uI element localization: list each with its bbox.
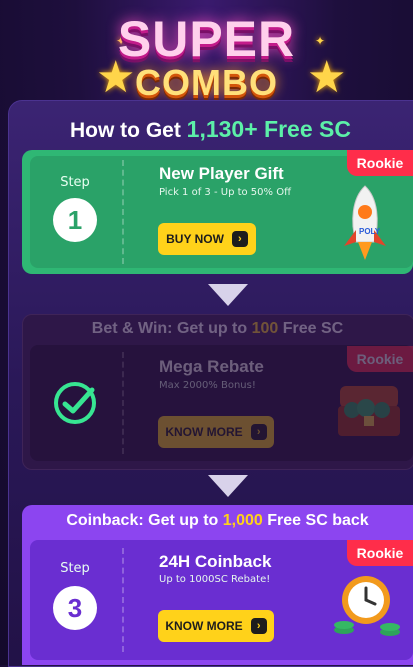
promo-title-amount: 1,130+ Free SC bbox=[186, 116, 351, 142]
logo-combo-text: COMBO bbox=[135, 62, 278, 103]
treasure-chest-icon bbox=[338, 386, 400, 436]
chevron-right-icon: › bbox=[231, 231, 248, 247]
chevron-down-icon bbox=[208, 284, 248, 306]
step3-label: Step bbox=[60, 561, 90, 576]
svg-text:POLY: POLY bbox=[359, 227, 381, 236]
step3-header-prefix: Coinback: Get up to bbox=[66, 512, 223, 529]
step1-subtitle: Pick 1 of 3 - Up to 50% Off bbox=[159, 187, 291, 198]
step1-label: Step bbox=[60, 175, 90, 190]
step3-divider bbox=[122, 548, 124, 652]
step2-header-prefix: Bet & Win: Get up to bbox=[91, 320, 252, 337]
step1-title: New Player Gift bbox=[159, 164, 284, 183]
step3-subtitle: Up to 1000SC Rebate! bbox=[159, 574, 271, 585]
buy-now-label: BUY NOW bbox=[166, 232, 224, 246]
step2-rookie-badge: Rookie bbox=[347, 346, 413, 372]
step3-rookie-badge: Rookie bbox=[347, 540, 413, 566]
promo-title-prefix: How to Get bbox=[70, 119, 187, 142]
step1-rookie-badge: Rookie bbox=[347, 150, 413, 176]
buy-now-button[interactable]: BUY NOW › bbox=[158, 223, 256, 255]
step3-title: 24H Coinback bbox=[159, 552, 272, 571]
step2-divider bbox=[122, 352, 124, 454]
step3-header-suffix: Free SC back bbox=[262, 512, 369, 529]
step3-number: 3 bbox=[53, 586, 97, 630]
chevron-right-icon: › bbox=[250, 618, 267, 634]
step3-header: Coinback: Get up to 1,000 Free SC back bbox=[22, 512, 413, 530]
rocket-icon: POLY bbox=[344, 185, 386, 260]
step2-title: Mega Rebate bbox=[159, 357, 264, 376]
step2-header-suffix: Free SC bbox=[278, 320, 344, 337]
step2-know-more-label: KNOW MORE bbox=[165, 425, 243, 439]
step1-divider bbox=[122, 160, 124, 264]
logo-super-text: SUPER bbox=[117, 11, 296, 67]
step2-header-amount: 100 bbox=[251, 320, 279, 337]
check-circle-icon bbox=[54, 382, 96, 424]
step2-know-more-button[interactable]: KNOW MORE › bbox=[158, 416, 274, 448]
clock-coins-icon bbox=[334, 576, 400, 636]
chevron-down-icon bbox=[208, 475, 248, 497]
chevron-right-icon: › bbox=[250, 424, 267, 440]
step1-number: 1 bbox=[53, 198, 97, 242]
step3-header-amount: 1,000 bbox=[222, 512, 263, 529]
step2-header: Bet & Win: Get up to 100 Free SC bbox=[22, 320, 413, 338]
step3-know-more-button[interactable]: KNOW MORE › bbox=[158, 610, 274, 642]
step2-subtitle: Max 2000% Bonus! bbox=[159, 380, 256, 391]
promo-title: How to Get 1,130+ Free SC bbox=[8, 116, 413, 143]
step3-know-more-label: KNOW MORE bbox=[165, 619, 243, 633]
